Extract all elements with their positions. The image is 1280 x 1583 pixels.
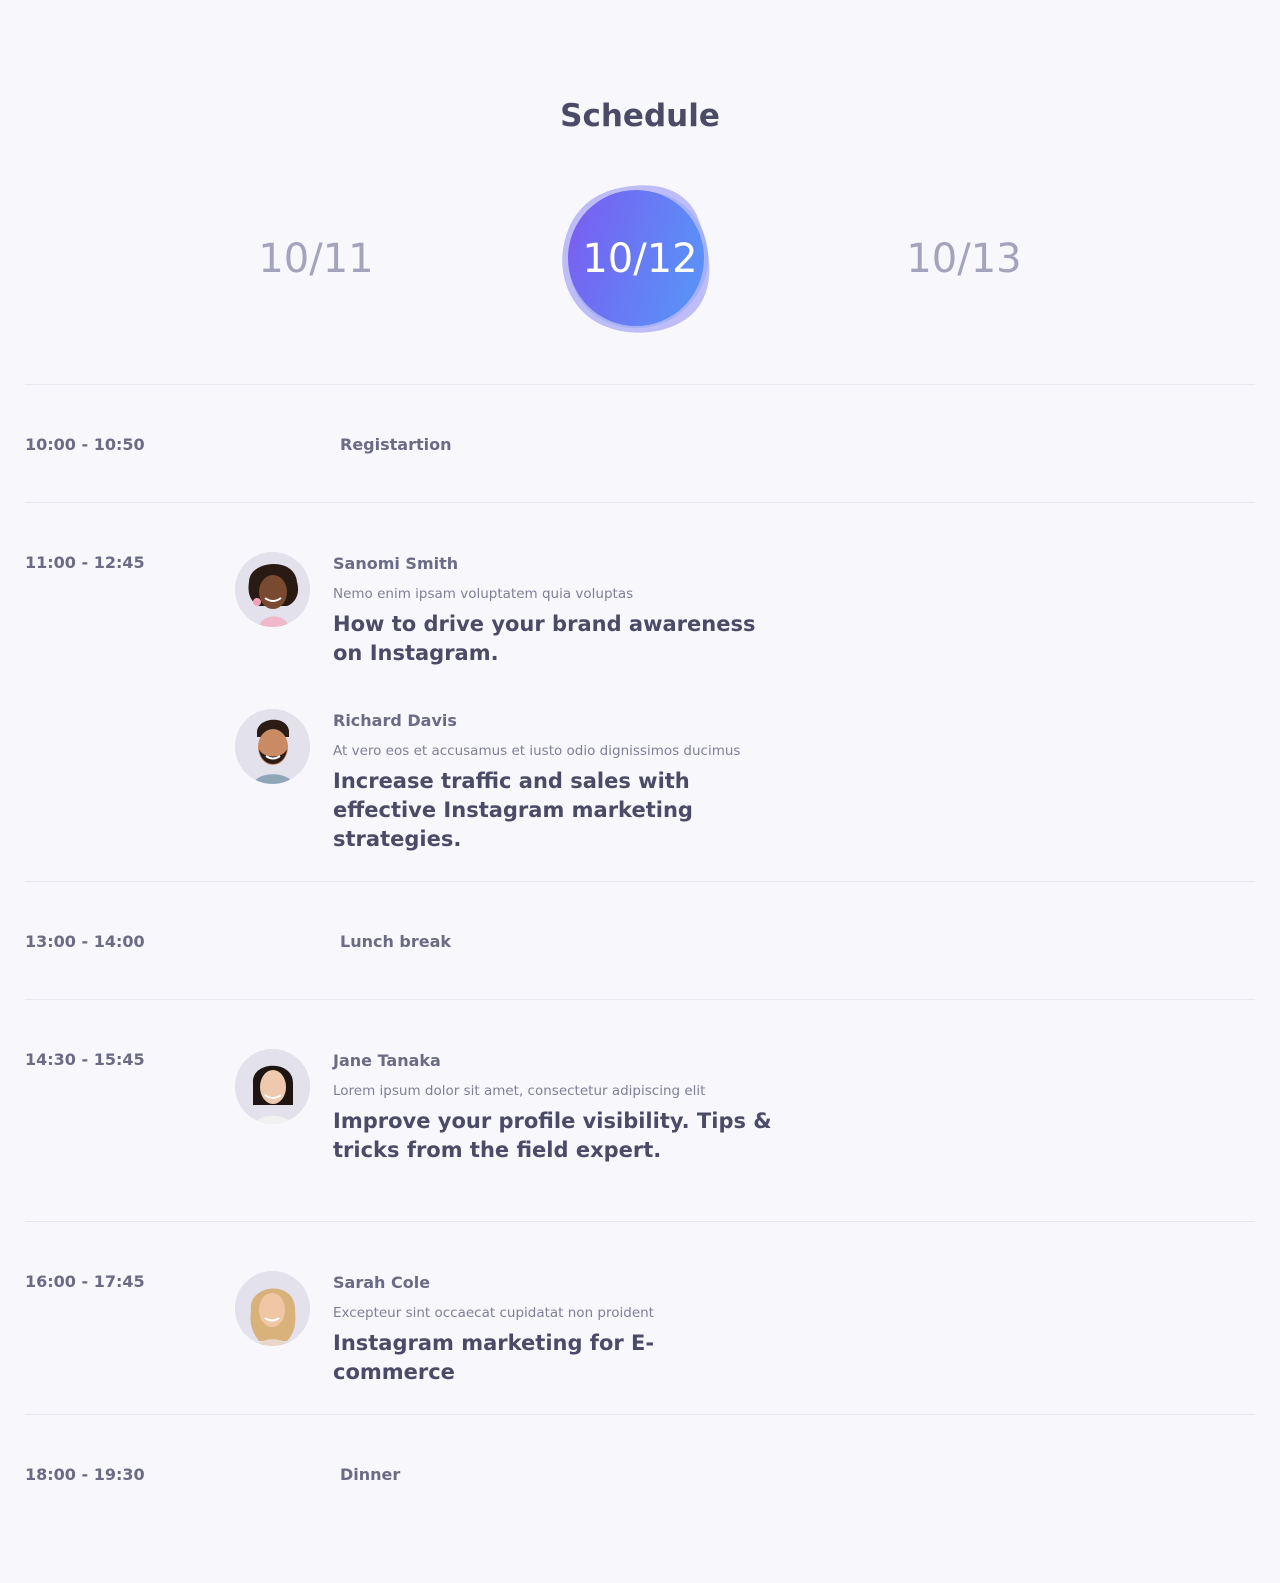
time-slot: 11:00 - 12:45 — [25, 553, 145, 572]
speaker-name: Sarah Cole — [333, 1273, 431, 1292]
event-label: Lunch break — [340, 932, 452, 951]
event-label: Dinner — [340, 1465, 401, 1484]
schedule-row: 16:00 - 17:45 Sarah Cole Excepteur sint … — [25, 1221, 1255, 1415]
schedule-row: 14:30 - 15:45 Jane Tanaka Lorem ipsum do… — [25, 999, 1255, 1222]
speaker-avatar — [235, 1271, 310, 1346]
talk-title: Instagram marketing for E-commerce — [333, 1331, 655, 1384]
schedule-row: 11:00 - 12:45 Sanomi Smith Nemo enim ips… — [25, 502, 1255, 882]
schedule-row: 10:00 - 10:50 Registartion — [25, 384, 1255, 503]
time-slot: 16:00 - 17:45 — [25, 1272, 145, 1291]
talk-title: Improve your profile visibility. Tips & … — [333, 1109, 772, 1162]
active-day-label: 10/12 — [582, 236, 698, 282]
talk-description: Lorem ipsum dolor sit amet, consectetur … — [333, 1083, 706, 1099]
time-slot: 10:00 - 10:50 — [25, 435, 145, 454]
time-slot: 14:30 - 15:45 — [25, 1050, 145, 1069]
speaker-avatar — [235, 709, 310, 784]
speaker-avatar — [235, 552, 310, 627]
speaker-avatar — [235, 1049, 310, 1124]
page-title: Schedule — [560, 98, 720, 134]
time-slot: 18:00 - 19:30 — [25, 1465, 145, 1484]
speaker-name: Richard Davis — [333, 711, 457, 730]
speaker-name: Jane Tanaka — [333, 1051, 441, 1070]
talk-title: How to drive your brand awareness on Ins… — [333, 612, 756, 665]
day-tab-active[interactable]: 10/12 — [560, 184, 720, 344]
day-tab-next[interactable]: 10/13 — [864, 233, 1064, 285]
talk-description: At vero eos et accusamus et iusto odio d… — [333, 743, 741, 759]
schedule-row: 18:00 - 19:30 Dinner — [25, 1414, 1255, 1533]
talk-description: Nemo enim ipsam voluptatem quia voluptas — [333, 586, 634, 602]
time-slot: 13:00 - 14:00 — [25, 932, 145, 951]
speaker-name: Sanomi Smith — [333, 554, 459, 573]
talk-description: Excepteur sint occaecat cupidatat non pr… — [333, 1305, 654, 1321]
day-tab-prev[interactable]: 10/11 — [216, 233, 416, 285]
talk-title: Increase traffic and sales with effectiv… — [333, 769, 693, 851]
event-label: Registartion — [340, 435, 452, 454]
schedule-row: 13:00 - 14:00 Lunch break — [25, 881, 1255, 1000]
